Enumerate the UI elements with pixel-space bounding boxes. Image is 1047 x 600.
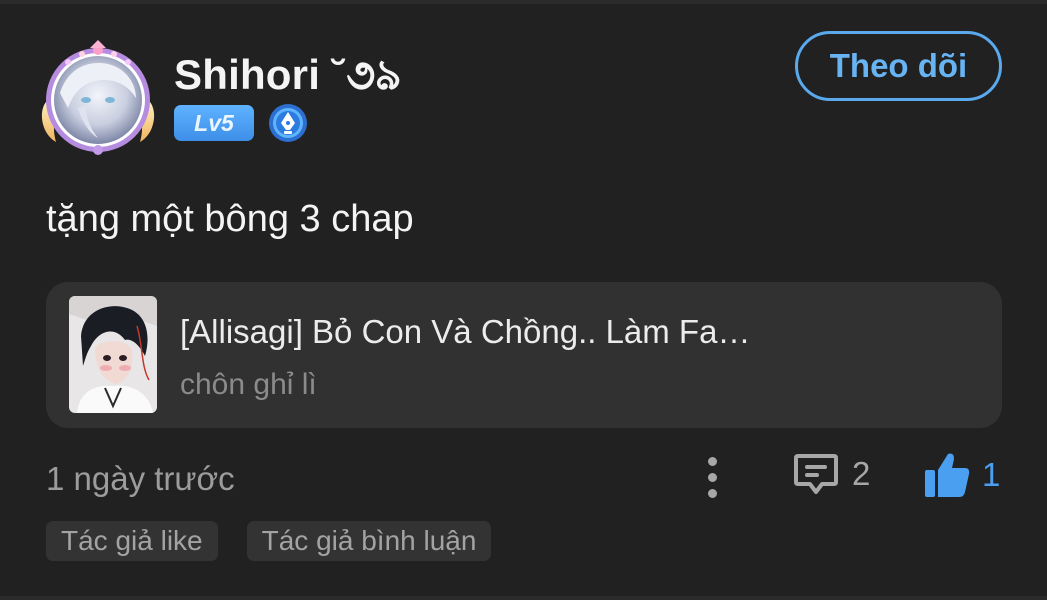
timestamp: 1 ngày trước — [46, 460, 235, 497]
story-subtitle: chôn ghỉ lì — [180, 368, 317, 401]
story-title: [Allisagi] Bỏ Con Và Chồng.. Làm Fa… — [180, 313, 751, 350]
tag-author-comment: Tác giả bình luận — [246, 521, 492, 561]
story-card[interactable]: [Allisagi] Bỏ Con Và Chồng.. Làm Fa… chô… — [46, 282, 1002, 428]
author-tags: Tác giả like Tác giả bình luận — [46, 521, 492, 561]
tag-author-like: Tác giả like — [46, 521, 218, 561]
avatar[interactable] — [38, 38, 158, 158]
level-badge: Lv5 — [174, 105, 254, 141]
more-options-button[interactable] — [696, 452, 728, 502]
comment-text: tặng một bông 3 chap — [46, 198, 414, 240]
follow-button[interactable]: Theo dõi — [795, 31, 1002, 101]
comment-item: Shihori ˘૭ঌ Lv5 Theo dõi tặng một bông 3… — [0, 0, 1047, 600]
pen-badge-icon — [269, 104, 307, 142]
story-cover-image — [69, 296, 157, 413]
like-count: 1 — [982, 456, 1001, 493]
top-divider — [0, 0, 1047, 4]
avatar-frame-icon — [41, 40, 155, 155]
like-button[interactable]: 1 — [922, 450, 1000, 500]
more-vertical-icon-dot — [707, 472, 717, 482]
story-thumbnail — [69, 296, 157, 413]
comment-count: 2 — [852, 455, 871, 492]
thumbs-up-icon — [925, 453, 970, 497]
bottom-divider — [0, 596, 1047, 600]
more-vertical-icon — [707, 456, 717, 466]
comment-icon — [794, 454, 838, 494]
reply-button[interactable]: 2 — [792, 450, 870, 498]
more-vertical-icon-dot — [707, 488, 717, 498]
user-badges: Lv5 — [174, 103, 308, 143]
